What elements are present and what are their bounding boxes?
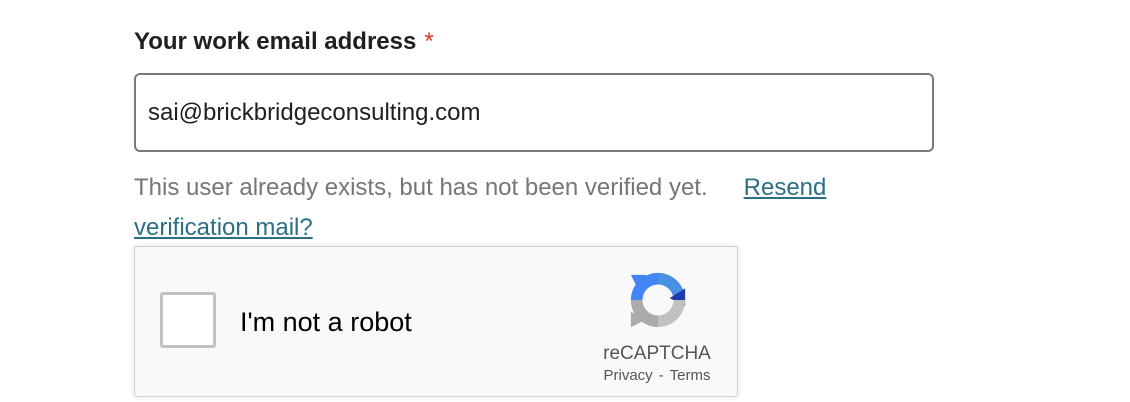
recaptcha-links: Privacy - Terms <box>575 367 739 385</box>
privacy-link[interactable]: Privacy <box>603 367 652 384</box>
message-text: This user already exists, but has not be… <box>134 174 708 201</box>
email-label: Your work email address <box>134 28 417 55</box>
recaptcha-brand: reCAPTCHA <box>603 343 711 364</box>
signup-form: Your work email address * This user alrea… <box>134 26 934 397</box>
email-label-row: Your work email address * <box>134 26 934 58</box>
verification-message: This user already exists, but has not be… <box>134 168 934 248</box>
recaptcha-widget: I'm not a robot reCAPTCHA Privacy - Terms <box>134 246 738 397</box>
required-marker: * <box>424 28 434 55</box>
recaptcha-logo-icon <box>630 272 686 328</box>
email-field[interactable] <box>134 73 934 152</box>
not-a-robot-checkbox[interactable] <box>160 292 216 348</box>
terms-link[interactable]: Terms <box>670 367 711 384</box>
links-separator: - <box>658 367 664 384</box>
not-a-robot-label: I'm not a robot <box>240 307 412 337</box>
